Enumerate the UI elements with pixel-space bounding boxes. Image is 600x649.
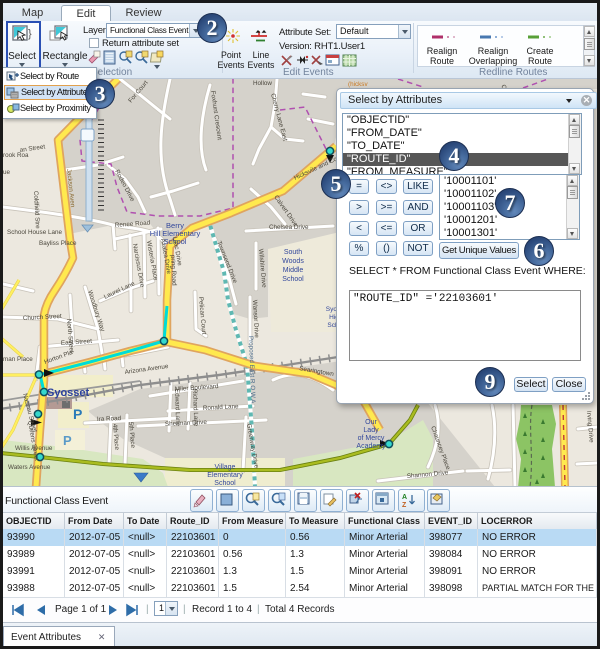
svg-text:Elementary: Elementary: [207, 472, 243, 479]
svg-text:School: School: [282, 276, 304, 283]
svg-text:Lady: Lady: [363, 427, 379, 434]
svg-text:P: P: [73, 406, 82, 422]
svg-text:School: School: [214, 480, 236, 486]
svg-text:Waters Avenue: Waters Avenue: [8, 464, 51, 471]
svg-text:rook Roa: rook Roa: [3, 152, 29, 159]
svg-text:Bayliss Place: Bayliss Place: [39, 240, 77, 247]
svg-text:Middle: Middle: [283, 267, 304, 274]
svg-text:Academy: Academy: [356, 443, 386, 450]
svg-text:Z: Z: [402, 502, 407, 509]
svg-text:Syosset: Syosset: [47, 387, 90, 399]
svg-text:Willis Avenue: Willis Avenue: [15, 445, 53, 452]
svg-text:Our: Our: [365, 419, 377, 426]
svg-text:man Place: man Place: [3, 356, 33, 363]
svg-text:of Mercy: of Mercy: [358, 435, 385, 442]
svg-text:ue: ue: [3, 169, 11, 176]
svg-text:Hollow: Hollow: [253, 80, 272, 87]
svg-text:P: P: [63, 433, 72, 448]
svg-text:Chelsea Drive: Chelsea Drive: [269, 224, 309, 231]
svg-text:School House Lane: School House Lane: [7, 229, 62, 236]
svg-text:Village: Village: [215, 464, 236, 471]
svg-text:Ira Road: Ira Road: [97, 415, 122, 423]
svg-text:Woods: Woods: [282, 258, 304, 265]
svg-text:South: South: [284, 249, 302, 256]
svg-text:(hicksv: (hicksv: [348, 81, 368, 88]
svg-text:A: A: [402, 494, 407, 501]
svg-text:}: }: [28, 28, 32, 40]
